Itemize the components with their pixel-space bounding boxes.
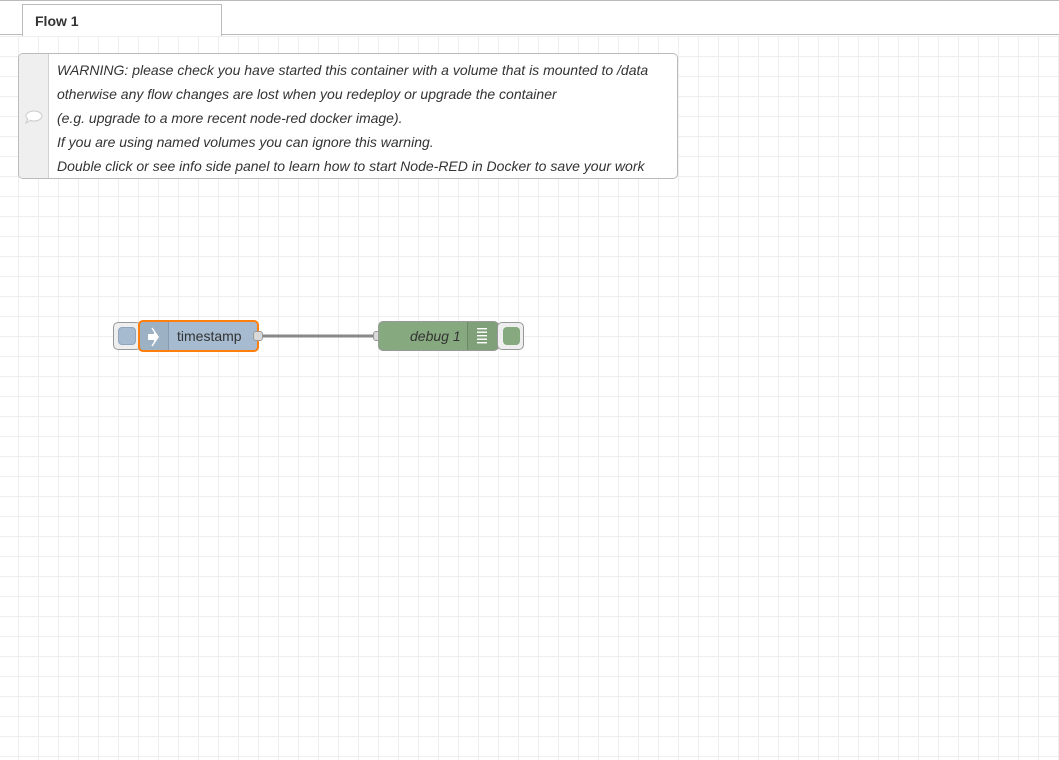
flow-canvas[interactable]: WARNING: please check you have started t… [0, 36, 1059, 760]
comment-line: If you are using named volumes you can i… [57, 134, 434, 150]
comment-line: WARNING: please check you have started t… [57, 62, 649, 78]
inject-arrow-icon [148, 327, 159, 347]
comment-line: Double click or see info side panel to l… [57, 158, 645, 174]
debug-toggle-button-face [503, 327, 520, 345]
inject-trigger-button-face [118, 327, 136, 345]
debug-toggle-button[interactable] [497, 322, 524, 350]
output-port[interactable] [253, 331, 263, 341]
comment-line: (e.g. upgrade to a more recent node-red … [57, 110, 403, 126]
debug-node-label: debug 1 [410, 328, 461, 344]
comment-text: WARNING: please check you have started t… [57, 58, 673, 178]
flow-workspace: Flow 1 WARNING: please check you have st… [0, 0, 1059, 760]
inject-icon-area [140, 322, 169, 350]
comment-icon-bar [19, 54, 49, 178]
debug-node-debug-1[interactable]: debug 1 [378, 321, 499, 351]
comment-line: otherwise any flow changes are lost when… [57, 86, 557, 102]
inject-node-timestamp[interactable]: timestamp [138, 320, 259, 352]
comment-node[interactable]: WARNING: please check you have started t… [18, 53, 678, 179]
inject-trigger-button[interactable] [113, 322, 141, 350]
comment-bubble-icon [25, 110, 43, 124]
tab-flow-1[interactable]: Flow 1 [22, 4, 222, 36]
inject-node-label: timestamp [177, 328, 242, 344]
tab-bar: Flow 1 [0, 0, 1059, 36]
debug-list-icon [477, 328, 487, 344]
debug-icon-area [467, 322, 498, 350]
